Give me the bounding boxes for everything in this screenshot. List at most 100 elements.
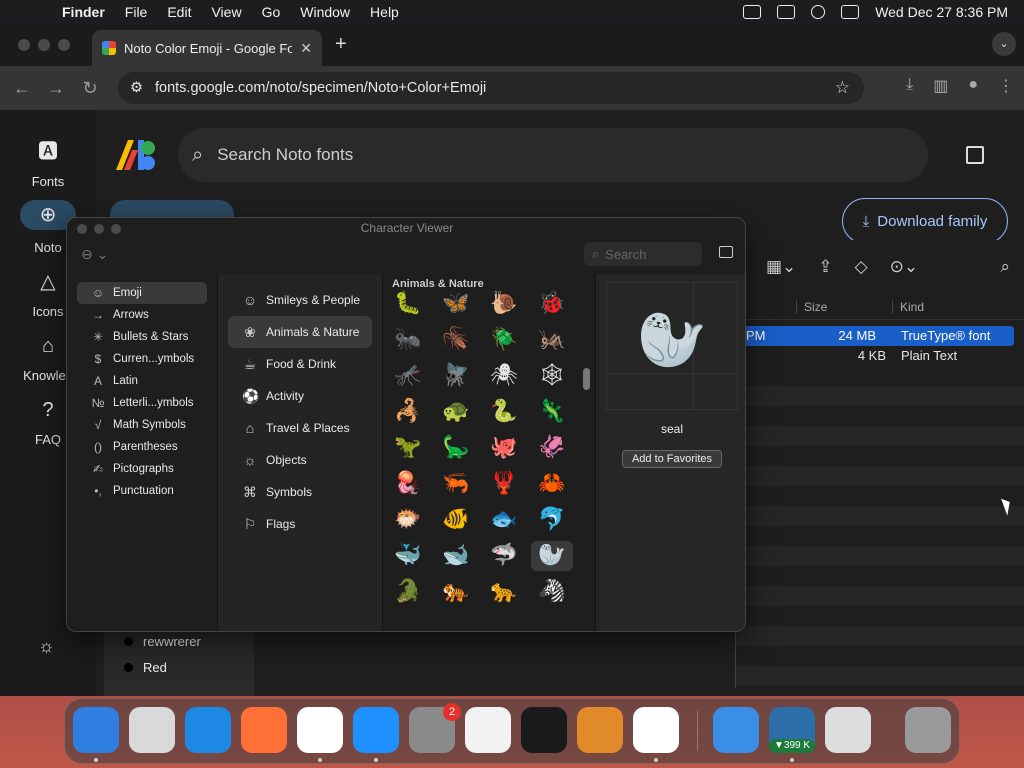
back-arrow-icon[interactable]: ← bbox=[10, 78, 34, 99]
rail-item-fonts[interactable]: 🅰 Fonts bbox=[0, 140, 96, 189]
menu-app-finder[interactable]: Finder bbox=[52, 4, 115, 20]
dock-app-safari-icon[interactable] bbox=[185, 707, 231, 753]
shopping-bag-icon[interactable] bbox=[966, 146, 984, 164]
category-bullets-stars[interactable]: ✳ Bullets & Stars bbox=[77, 326, 207, 348]
dock-app-vs-code-icon[interactable] bbox=[633, 707, 679, 753]
list-item[interactable]: Red bbox=[104, 654, 254, 680]
download-family-button[interactable]: ⤓ Download family bbox=[842, 198, 1008, 244]
dock-app-textedit-icon[interactable] bbox=[465, 707, 511, 753]
menubar-clock[interactable]: Wed Dec 27 8:36 PM bbox=[875, 4, 1008, 20]
category-letterlike-symbols[interactable]: № Letterli...ymbols bbox=[77, 392, 207, 414]
category-emoji[interactable]: ☺ Emoji bbox=[77, 282, 207, 304]
emoji-cell[interactable]: 🐅 bbox=[432, 577, 480, 607]
forward-arrow-icon[interactable]: → bbox=[44, 78, 68, 99]
emoji-cell[interactable]: 🦑 bbox=[528, 433, 576, 463]
menu-file[interactable]: File bbox=[115, 4, 158, 20]
emoji-cell[interactable]: 🐆 bbox=[480, 577, 528, 607]
emoji-cell[interactable]: 🐍 bbox=[480, 397, 528, 427]
emoji-grid-scrollbar[interactable] bbox=[583, 368, 590, 390]
emoji-cell[interactable]: 🪼 bbox=[384, 469, 432, 499]
dock-app-garageband-icon[interactable] bbox=[577, 707, 623, 753]
emoji-cell[interactable]: 🦭 bbox=[531, 541, 573, 571]
emoji-cell[interactable]: 🕷 bbox=[480, 361, 528, 391]
emoji-cell[interactable]: 🦀 bbox=[528, 469, 576, 499]
emoji-cell[interactable]: 🪲 bbox=[480, 325, 528, 355]
category-pictographs[interactable]: ✍ Pictographs bbox=[77, 458, 207, 480]
emoji-cell[interactable]: 🐠 bbox=[432, 505, 480, 535]
add-to-favorites-button[interactable]: Add to Favorites bbox=[622, 450, 722, 468]
file-row[interactable]: 4 KB Plain Text bbox=[736, 346, 1024, 366]
google-fonts-logo-icon[interactable] bbox=[114, 138, 156, 172]
dock-app-weather-icon[interactable] bbox=[713, 707, 759, 753]
dock-app-app-store-icon[interactable] bbox=[353, 707, 399, 753]
emoji-cell[interactable]: 🪰 bbox=[432, 361, 480, 391]
menu-view[interactable]: View bbox=[201, 4, 251, 20]
subcategory-symbols[interactable]: ⌘ Symbols bbox=[228, 476, 372, 508]
zoom-window-button[interactable] bbox=[58, 39, 70, 51]
dock-app-terminal-icon[interactable] bbox=[521, 707, 567, 753]
screen-recording-icon[interactable] bbox=[743, 5, 762, 19]
emoji-cell[interactable]: 🐜 bbox=[384, 325, 432, 355]
emoji-cell[interactable]: 🐡 bbox=[384, 505, 432, 535]
emoji-cell[interactable]: 🐟 bbox=[480, 505, 528, 535]
emoji-cell[interactable]: 🦕 bbox=[432, 433, 480, 463]
site-info-icon[interactable]: ⚙ bbox=[130, 80, 143, 96]
dock-app-trash-icon[interactable] bbox=[905, 707, 951, 753]
dock-app-font-book-icon[interactable] bbox=[825, 707, 871, 753]
emoji-cell[interactable]: 🕸 bbox=[528, 361, 576, 391]
reload-icon[interactable]: ↻ bbox=[78, 78, 102, 99]
view-grid-icon[interactable]: ▦⌄ bbox=[766, 257, 796, 277]
emoji-cell[interactable]: 🦖 bbox=[384, 433, 432, 463]
emoji-cell[interactable]: 🐞 bbox=[528, 289, 576, 319]
category-latin[interactable]: A Latin bbox=[77, 370, 207, 392]
column-kind[interactable]: Kind bbox=[900, 300, 924, 314]
emoji-cell[interactable]: 🦋 bbox=[432, 289, 480, 319]
emoji-cell[interactable]: 🦞 bbox=[480, 469, 528, 499]
category-math-symbols[interactable]: √ Math Symbols bbox=[77, 414, 207, 436]
menu-go[interactable]: Go bbox=[252, 4, 291, 20]
collapse-viewer-icon[interactable] bbox=[719, 246, 733, 258]
share-icon[interactable]: ⇪ bbox=[818, 257, 832, 277]
subcategory-flags[interactable]: ⚐ Flags bbox=[228, 508, 372, 540]
emoji-cell[interactable]: 🐛 bbox=[384, 289, 432, 319]
action-menu-icon[interactable]: ⊖ ⌄ bbox=[81, 246, 108, 263]
side-panel-icon[interactable]: ▥ bbox=[933, 76, 948, 96]
tag-icon[interactable]: ◇ bbox=[855, 257, 868, 277]
subcategory-travel-places[interactable]: ⌂ Travel & Places bbox=[228, 412, 372, 444]
subcategory-food-drink[interactable]: ☕ Food & Drink bbox=[228, 348, 372, 380]
control-center-icon[interactable] bbox=[841, 5, 860, 19]
download-icon[interactable]: ⤓ bbox=[906, 76, 913, 96]
file-row[interactable]: PM 24 MB TrueType® font bbox=[736, 326, 1014, 346]
browser-menu-icon[interactable]: ⋮ bbox=[998, 76, 1014, 96]
emoji-cell[interactable]: 🐌 bbox=[480, 289, 528, 319]
emoji-cell[interactable]: 🦐 bbox=[432, 469, 480, 499]
theme-toggle-icon[interactable]: ☼ bbox=[38, 636, 55, 657]
minimize-window-button[interactable] bbox=[38, 39, 50, 51]
emoji-cell[interactable]: 🐙 bbox=[480, 433, 528, 463]
emoji-cell[interactable]: 🐢 bbox=[432, 397, 480, 427]
dock-app-chrome-icon[interactable] bbox=[297, 707, 343, 753]
subcategory-activity[interactable]: ⚽ Activity bbox=[228, 380, 372, 412]
more-actions-icon[interactable]: ⊙⌄ bbox=[890, 257, 919, 277]
profile-avatar-icon[interactable]: ● bbox=[968, 76, 978, 96]
close-tab-icon[interactable]: ✕ bbox=[300, 40, 312, 57]
dock-app-system-settings-icon[interactable]: 2 bbox=[409, 703, 461, 753]
address-bar[interactable]: ⚙ fonts.google.com/noto/specimen/Noto+Co… bbox=[118, 72, 864, 104]
new-tab-icon[interactable]: + bbox=[335, 33, 347, 56]
category-arrows[interactable]: → Arrows bbox=[77, 304, 207, 326]
menu-window[interactable]: Window bbox=[290, 4, 360, 20]
emoji-cell[interactable]: 🦎 bbox=[528, 397, 576, 427]
close-window-button[interactable] bbox=[18, 39, 30, 51]
emoji-cell[interactable]: 🪳 bbox=[432, 325, 480, 355]
menu-help[interactable]: Help bbox=[360, 4, 409, 20]
spotlight-search-icon[interactable] bbox=[811, 5, 826, 19]
dock-app-finder-icon[interactable] bbox=[73, 707, 119, 753]
column-size[interactable]: Size bbox=[804, 300, 827, 314]
emoji-cell[interactable]: 🦗 bbox=[528, 325, 576, 355]
bookmark-star-icon[interactable]: ☆ bbox=[835, 78, 850, 98]
dock-app-network-monitor-icon[interactable]: ▼399 K bbox=[769, 707, 815, 753]
character-search-field[interactable]: ⌕ Search bbox=[584, 242, 702, 266]
emoji-cell[interactable]: 🐬 bbox=[528, 505, 576, 535]
subcategory-smileys-people[interactable]: ☺ Smileys & People bbox=[228, 284, 372, 316]
emoji-cell[interactable]: 🐳 bbox=[384, 541, 432, 571]
